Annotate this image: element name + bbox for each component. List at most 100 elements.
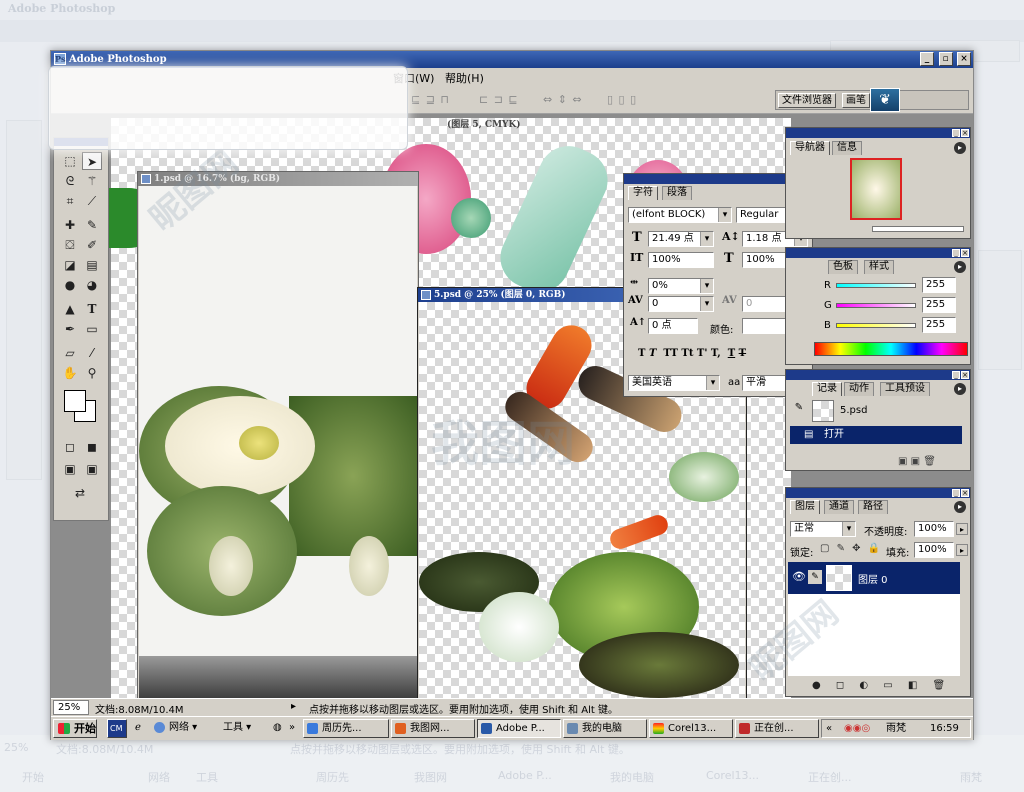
taskbar-item-calendar[interactable]: 周历先...: [303, 719, 389, 738]
layer-name[interactable]: 图层 0: [858, 571, 888, 586]
layer-footer-buttons[interactable]: ● ◻ ◐ ▭ ◧ 🗑: [812, 680, 951, 691]
foreground-color-swatch[interactable]: [64, 390, 86, 412]
opacity-slider-arrow-icon[interactable]: ▸: [956, 523, 968, 535]
palette-menu-arrow-icon[interactable]: ▸: [954, 142, 966, 154]
taskbar-item-editor[interactable]: 正在创...: [735, 719, 819, 738]
quick-launch-ie-icon[interactable]: ℯ: [131, 719, 149, 738]
palette-close-button[interactable]: ×: [961, 371, 969, 379]
eraser-tool-icon[interactable]: ◪: [60, 256, 80, 274]
palette-close-button[interactable]: ×: [961, 129, 969, 137]
tab-paragraph[interactable]: 段落: [662, 186, 692, 200]
underline-button[interactable]: T: [728, 348, 735, 359]
path-select-tool-icon[interactable]: ▲: [60, 300, 80, 318]
fill-slider-arrow-icon[interactable]: ▸: [956, 544, 968, 556]
history-state-open[interactable]: ▤ 打开: [790, 426, 962, 444]
document-info[interactable]: 文档:8.08M/10.4M: [95, 701, 184, 716]
clock[interactable]: 16:59: [930, 720, 959, 737]
magic-wand-tool-icon[interactable]: ⚚: [82, 172, 102, 190]
align-buttons-icon[interactable]: ⊑ ⊒ ⊓: [411, 93, 450, 106]
tab-actions[interactable]: 动作: [844, 382, 874, 396]
layers-palette-header[interactable]: _ ×: [786, 488, 970, 498]
crop-tool-icon[interactable]: ⌗: [60, 192, 80, 210]
palette-minimize-button[interactable]: _: [952, 129, 960, 137]
history-palette-header[interactable]: _ ×: [786, 370, 970, 380]
baseline-shift-field[interactable]: 0 点: [648, 318, 698, 334]
layer-visibility-eye-icon[interactable]: 👁: [792, 570, 806, 583]
eyedropper-tool-icon[interactable]: ⁄: [82, 344, 102, 362]
zoom-tool-icon[interactable]: ⚲: [82, 364, 102, 382]
character-palette-header[interactable]: _ ×: [624, 174, 812, 184]
screen-mode-full-icon[interactable]: ▣: [82, 460, 102, 478]
tab-character[interactable]: 字符: [628, 186, 658, 200]
snapshot-name[interactable]: 5.psd: [840, 405, 867, 416]
tab-paths[interactable]: 路径: [858, 500, 888, 514]
shape-tool-icon[interactable]: ▭: [82, 320, 102, 338]
quick-launch-cm[interactable]: CM: [107, 719, 127, 738]
taskbar-item-my-computer[interactable]: 我的电脑: [563, 719, 647, 738]
palette-minimize-button[interactable]: _: [952, 489, 960, 497]
channel-g-field[interactable]: 255: [922, 297, 956, 313]
channel-g-slider[interactable]: [836, 303, 916, 308]
standard-mode-icon[interactable]: ◻: [60, 438, 80, 456]
palette-minimize-button[interactable]: _: [952, 371, 960, 379]
palette-minimize-button[interactable]: _: [952, 249, 960, 257]
history-brush-source-icon[interactable]: ✎: [790, 400, 808, 416]
start-button[interactable]: 开始: [53, 719, 97, 738]
move-tool-icon[interactable]: ➤: [82, 152, 102, 170]
dodge-tool-icon[interactable]: ◕: [82, 276, 102, 294]
tab-info[interactable]: 信息: [832, 141, 862, 155]
taskbar-item-photoshop[interactable]: Adobe P...: [477, 719, 561, 738]
zoom-field[interactable]: 25%: [53, 700, 89, 715]
history-footer-buttons[interactable]: ▣ ▣ 🗑: [898, 456, 936, 467]
color-spectrum-ramp[interactable]: [814, 342, 968, 356]
opacity-field[interactable]: 100%: [914, 521, 954, 537]
minimize-button[interactable]: _: [920, 52, 935, 66]
superscript-button[interactable]: T': [697, 348, 708, 359]
slice-tool-icon[interactable]: ⟋: [82, 192, 102, 210]
subscript-button[interactable]: T,: [711, 348, 721, 359]
notes-tool-icon[interactable]: ▱: [60, 344, 80, 362]
stamp-tool-icon[interactable]: ⛋: [60, 236, 80, 254]
close-button[interactable]: ×: [957, 52, 971, 66]
quick-mask-icon[interactable]: ◼: [82, 438, 102, 456]
screen-mode-standard-icon[interactable]: ▣: [60, 460, 80, 478]
faux-bold-button[interactable]: T: [638, 348, 645, 359]
tray-chevron[interactable]: «: [826, 720, 832, 737]
align-edges-icon[interactable]: ▯ ▯ ▯: [607, 93, 637, 106]
well-tab-brushes[interactable]: 画笔: [842, 93, 870, 108]
channel-r-slider[interactable]: [836, 283, 916, 288]
hand-tool-icon[interactable]: ✋: [60, 364, 80, 382]
navigator-zoom-slider[interactable]: [872, 226, 964, 232]
document-title-1psd[interactable]: 1.psd @ 16.7% (bg, RGB): [138, 172, 418, 186]
restore-button[interactable]: ▫: [938, 52, 953, 66]
tray-app-icons[interactable]: ◉◉◎: [844, 720, 870, 737]
navigator-palette-header[interactable]: _ ×: [786, 128, 970, 138]
channel-r-field[interactable]: 255: [922, 277, 956, 293]
healing-tool-icon[interactable]: ✚: [60, 216, 80, 234]
palette-close-button[interactable]: ×: [961, 489, 969, 497]
document-window-1psd[interactable]: 1.psd @ 16.7% (bg, RGB): [137, 171, 419, 719]
fill-field[interactable]: 100%: [914, 542, 954, 558]
lock-icons[interactable]: ▢ ✎ ✥ 🔒: [820, 543, 882, 554]
style-buttons[interactable]: T T TT Tt T' T, T T: [638, 348, 746, 359]
type-tool-icon[interactable]: T: [82, 300, 102, 318]
palette-menu-arrow-icon[interactable]: ▸: [954, 501, 966, 513]
history-brush-tool-icon[interactable]: ✐: [82, 236, 102, 254]
blur-tool-icon[interactable]: ●: [60, 276, 80, 294]
palette-close-button[interactable]: ×: [961, 249, 969, 257]
brush-tool-icon[interactable]: ✎: [82, 216, 102, 234]
menu-help[interactable]: 帮助(H): [445, 70, 484, 86]
canvas-1psd[interactable]: [139, 186, 417, 719]
tab-history[interactable]: 记录: [812, 382, 842, 396]
channel-b-slider[interactable]: [836, 323, 916, 328]
kerning-field[interactable]: 0: [648, 296, 714, 312]
tab-swatches[interactable]: 色板: [828, 260, 858, 274]
faux-italic-button[interactable]: T: [649, 348, 656, 359]
layer-link-brush-icon[interactable]: ✎: [808, 570, 822, 584]
well-tab-file-browser[interactable]: 文件浏览器: [778, 93, 836, 108]
vertical-scale-field[interactable]: 100%: [648, 252, 714, 268]
lasso-tool-icon[interactable]: ᘓ: [60, 172, 80, 190]
toolbar-chevron[interactable]: »: [287, 719, 301, 738]
tools-toolbar[interactable]: 工具 ▾: [219, 719, 269, 738]
all-caps-button[interactable]: TT: [663, 348, 678, 359]
